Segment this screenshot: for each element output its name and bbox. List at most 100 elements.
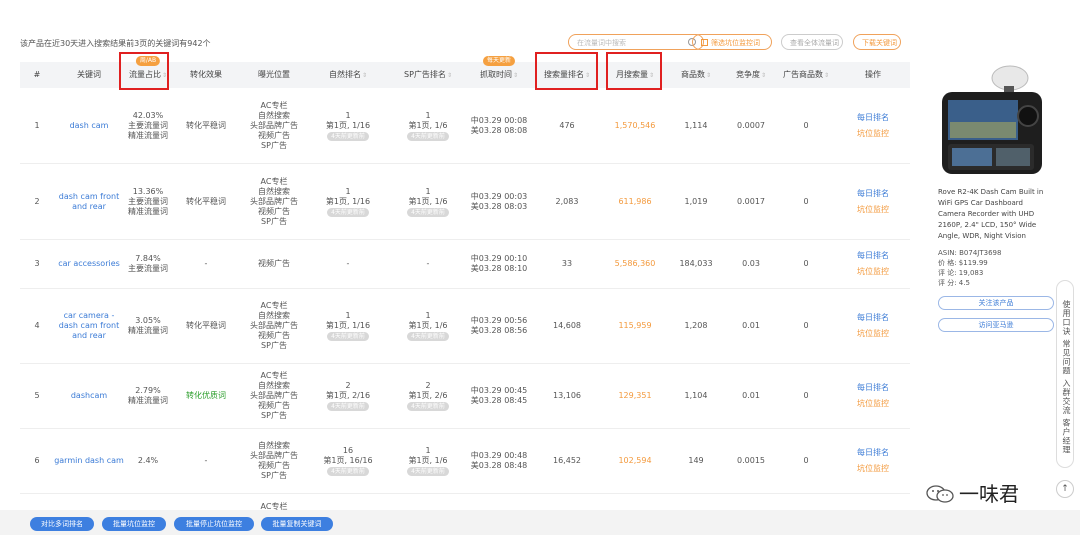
bulk-stop-monitor-button[interactable]: 批量停止坑位监控 — [174, 517, 254, 531]
ad-products-value: 0 — [803, 391, 809, 400]
competition-value: 0.0015 — [737, 456, 765, 465]
filter-monitor-keywords-button[interactable]: 筛选坑位监控词 — [692, 34, 772, 50]
follow-product-button[interactable]: 关注该产品 — [938, 296, 1054, 310]
slot-monitor-link[interactable]: 坑位监控 — [857, 464, 889, 474]
table-row: 5 dashcam 2.79% 精准流量词 转化优质词 AC专栏 自然搜索 头部品牌广告 视频广… — [20, 364, 910, 429]
row-index: 6 — [34, 456, 40, 465]
exposure-item: 头部品牌广告 — [250, 120, 298, 130]
keyword-link[interactable]: garmin dash cam — [54, 456, 124, 466]
daily-rank-link[interactable]: 每日排名 — [857, 113, 889, 123]
exposure-item: SP广告 — [261, 341, 287, 350]
competition-value: 0.03 — [742, 259, 760, 268]
daily-rank-link[interactable]: 每日排名 — [857, 251, 889, 261]
sort-icon[interactable]: ⇕ — [706, 63, 711, 89]
sp-rank-line: 1 — [425, 110, 431, 120]
col-actions: 操作 — [865, 70, 881, 79]
organic-update-badge: 4天前更新前 — [327, 402, 369, 411]
sort-icon[interactable]: ⇕ — [513, 63, 518, 89]
exposure-item: 自然搜索 — [258, 110, 290, 120]
conversion-label: 转化优质词 — [186, 391, 226, 400]
search-input[interactable]: 在流量词中搜索 — [568, 34, 704, 50]
sort-icon[interactable]: ⇕ — [447, 63, 452, 89]
slot-monitor-link[interactable]: 坑位监控 — [857, 129, 889, 139]
slot-monitor-link[interactable]: 坑位监控 — [857, 267, 889, 277]
sp-update-badge: 4天前更新前 — [407, 467, 449, 476]
visit-amazon-button[interactable]: 访问亚马逊 — [938, 318, 1054, 332]
cell-monthly-search: 129,351 — [604, 364, 666, 428]
sort-icon[interactable]: ⇕ — [761, 63, 766, 89]
cell-conversion: - — [172, 240, 240, 288]
keyword-link[interactable]: dashcam — [71, 391, 107, 401]
bulk-monitor-button[interactable]: 批量坑位监控 — [102, 517, 166, 531]
daily-rank-link[interactable]: 每日排名 — [857, 189, 889, 199]
cell-conversion: 转化平稳词 — [172, 289, 240, 363]
bulk-copy-keywords-button[interactable]: 批量复制关键词 — [261, 517, 333, 531]
cell-ad-products: 0 — [776, 429, 836, 493]
sp-rank-line: 第1页, 1/6 — [408, 321, 448, 330]
col-competition[interactable]: 竞争度⇕ — [726, 62, 776, 88]
keyword-count-summary: 该产品在近30天进入搜索结果前3页的关键词有942个 — [20, 39, 211, 48]
cell-products: 1,114 — [666, 88, 726, 163]
cell-share: 3.05% 精准流量词 — [124, 289, 172, 363]
highlight-monthly-search — [606, 52, 662, 90]
sp-rank-line: 2 — [425, 381, 431, 390]
keyword-link[interactable]: dash cam front and rear — [54, 192, 124, 212]
exposure-item: 视频广告 — [258, 331, 290, 340]
sort-icon[interactable]: ⇕ — [824, 63, 829, 89]
cell-keyword: car camera - dash cam front and rear — [54, 289, 124, 363]
slot-monitor-link[interactable]: 坑位监控 — [857, 329, 889, 339]
cell-monthly-search: 1,570,546 — [604, 88, 666, 163]
cell-ad-products: 0 — [776, 364, 836, 428]
col-index: # — [33, 70, 41, 79]
cell-monthly-search: 611,986 — [604, 164, 666, 239]
col-ad-product-count[interactable]: 广告商品数⇕ — [776, 62, 836, 88]
sort-icon[interactable]: ⇕ — [362, 63, 367, 89]
cell-monthly-search: 5,586,360 — [604, 240, 666, 288]
watermark: 一味君 — [925, 478, 1019, 507]
cell-organic: - — [308, 240, 388, 288]
daily-rank-link[interactable]: 每日排名 — [857, 383, 889, 393]
capture-time-cn: 中03.29 00:45 — [470, 386, 528, 395]
conversion-label: - — [204, 259, 208, 268]
keyword-link[interactable]: dash cam — [70, 121, 109, 131]
sp-rank-line: 第1页, 1/6 — [408, 120, 448, 130]
table-row: 6 garmin dash cam 2.4% - 自然搜索 头部品牌广告 视频广告 SP广告 1… — [20, 429, 910, 494]
cell-sp: 1 第1页, 1/6 4天前更新前 — [388, 164, 468, 239]
cell-ad-products: 0 — [776, 164, 836, 239]
ad-products-value: 0 — [803, 196, 809, 206]
sp-rank-line: 第1页, 1/6 — [408, 456, 448, 465]
product-price: 价 格: $119.99 — [938, 259, 988, 267]
product-title[interactable]: Rove R2-4K Dash Cam Built in WiFi GPS Ca… — [938, 187, 1050, 242]
capture-time-us: 美03.28 08:48 — [470, 461, 528, 470]
col-organic-rank[interactable]: 自然排名⇕ — [308, 62, 388, 88]
cell-organic: 16 第1页, 16/16 4天前更新前 — [308, 429, 388, 493]
col-sp-rank[interactable]: SP广告排名⇕ — [388, 62, 468, 88]
products-value: 149 — [688, 456, 704, 465]
product-image — [942, 65, 1042, 174]
cell-keyword: car accessories — [54, 240, 124, 288]
sp-update-badge: 4天前更新前 — [407, 402, 449, 411]
exposure-item: 自然搜索 — [258, 311, 290, 320]
slot-monitor-link[interactable]: 坑位监控 — [857, 205, 889, 215]
cell-share: 13.36% 主要流量词 精准流量词 — [124, 164, 172, 239]
daily-rank-link[interactable]: 每日排名 — [857, 448, 889, 458]
checkbox-icon[interactable] — [701, 39, 708, 46]
cell-search-rank: 13,106 — [536, 364, 598, 428]
keyword-link[interactable]: car camera - dash cam front and rear — [54, 311, 124, 341]
help-side-strip[interactable]: 使用口诀 常见问题 入群交流 客户经理 — [1056, 280, 1074, 468]
back-to-top-button[interactable]: ↑ — [1056, 480, 1074, 498]
exposure-item: 头部品牌广告 — [250, 451, 298, 460]
organic-rank-line: 第1页, 1/16 — [325, 196, 371, 206]
view-all-traffic-words-button[interactable]: 查看全体流量词 — [781, 34, 843, 50]
cell-search-rank: 33 — [536, 240, 598, 288]
col-product-count[interactable]: 商品数⇕ — [666, 62, 726, 88]
keyword-link[interactable]: car accessories — [58, 259, 120, 269]
capture-time-cn: 中03.29 00:10 — [470, 254, 528, 263]
compare-keywords-button[interactable]: 对比多词排名 — [30, 517, 94, 531]
cell-products: 1,208 — [666, 289, 726, 363]
slot-monitor-link[interactable]: 坑位监控 — [857, 399, 889, 409]
col-capture-time[interactable]: 每天更新 抓取时间⇕ — [468, 56, 530, 89]
daily-rank-link[interactable]: 每日排名 — [857, 313, 889, 323]
download-keywords-button[interactable]: 下载关键词 — [853, 34, 901, 50]
cell-search-rank: 2,083 — [536, 164, 598, 239]
